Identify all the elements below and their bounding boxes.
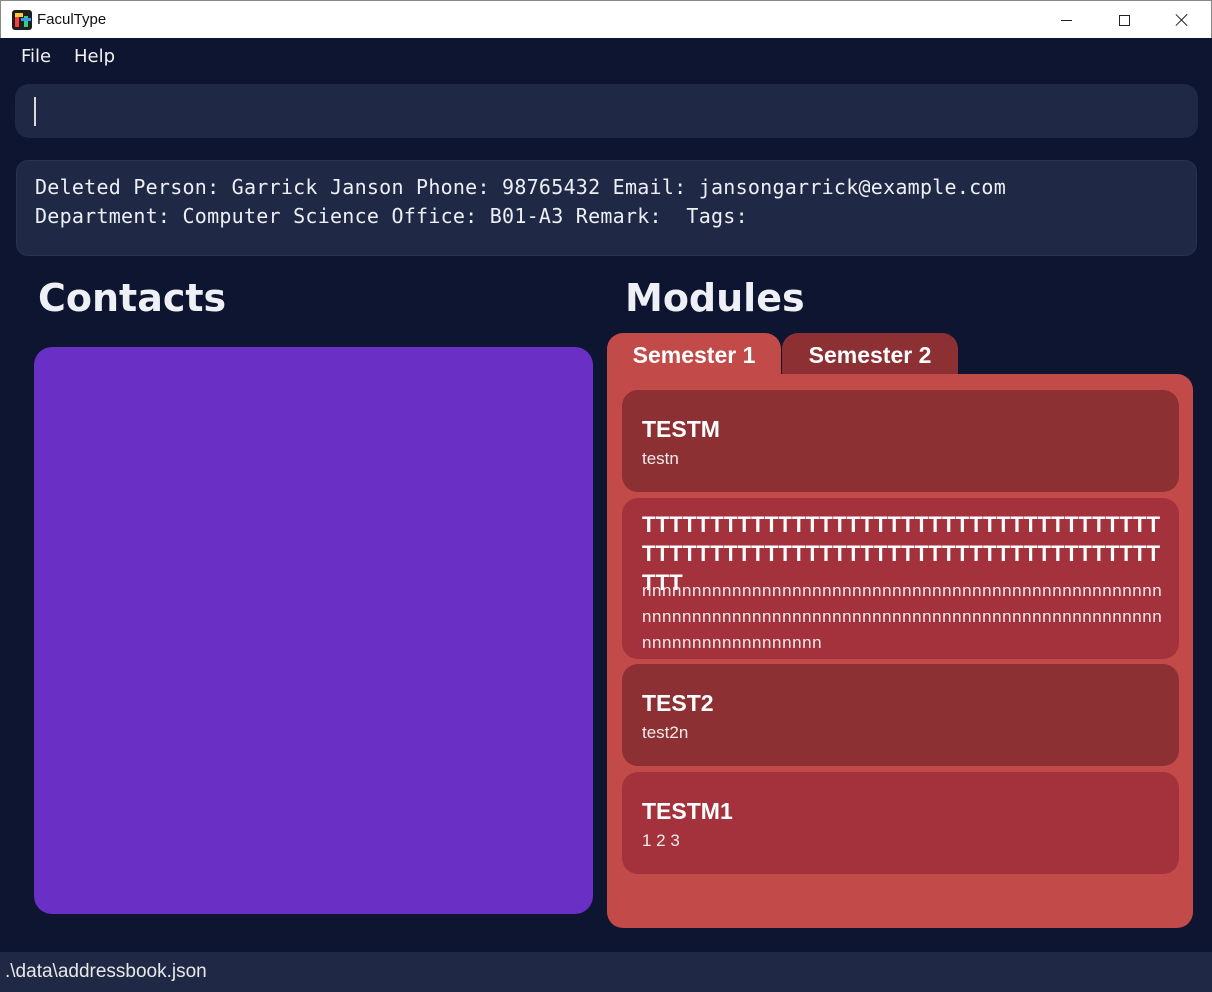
command-input[interactable] [39, 92, 1179, 130]
modules-list: TESTM testn TTTTTTTTTTTTTTTTTTTTTTTTTTTT… [607, 374, 1193, 928]
text-caret [34, 97, 36, 126]
save-file-path: .\data\addressbook.json [5, 961, 207, 982]
status-bar: .\data\addressbook.json [0, 952, 1212, 992]
module-name: 1 2 3 [642, 831, 680, 850]
module-card[interactable]: TEST2 test2n [622, 664, 1179, 766]
maximize-button[interactable] [1095, 1, 1153, 39]
result-display: Deleted Person: Garrick Janson Phone: 98… [16, 160, 1197, 256]
minimize-button[interactable] [1037, 1, 1095, 39]
close-button[interactable] [1153, 1, 1211, 39]
close-icon [1175, 13, 1189, 27]
tab-semester-2[interactable]: Semester 2 [782, 333, 958, 377]
contacts-heading: Contacts [38, 276, 227, 320]
module-card[interactable]: TTTTTTTTTTTTTTTTTTTTTTTTTTTTTTTTTTTTTTTT… [622, 498, 1179, 659]
result-line-1: Deleted Person: Garrick Janson Phone: 98… [35, 175, 1006, 199]
result-line-2: Department: Computer Science Office: B01… [35, 204, 748, 228]
module-name: test2n [642, 723, 689, 742]
module-code: TESTM [642, 416, 720, 442]
tab-semester-1[interactable]: Semester 1 [607, 333, 781, 377]
title-bar: FaculType [0, 0, 1212, 38]
modules-heading: Modules [625, 276, 805, 320]
menu-bar: File Help [0, 38, 1212, 76]
menu-help[interactable]: Help [74, 46, 115, 67]
faculty-app-icon [12, 10, 32, 30]
module-code: TEST2 [642, 690, 714, 716]
window-title: FaculType [37, 11, 107, 28]
contacts-list[interactable] [34, 347, 593, 914]
module-code: TESTM1 [642, 798, 733, 824]
maximize-icon [1118, 14, 1130, 26]
module-card[interactable]: TESTM1 1 2 3 [622, 772, 1179, 874]
module-name: testn [642, 449, 679, 468]
menu-file[interactable]: File [21, 46, 51, 67]
command-box[interactable] [15, 84, 1198, 138]
module-name: nnnnnnnnnnnnnnnnnnnnnnnnnnnnnnnnnnnnnnnn… [642, 581, 1163, 652]
minimize-icon [1060, 19, 1072, 21]
module-card[interactable]: TESTM testn [622, 390, 1179, 492]
